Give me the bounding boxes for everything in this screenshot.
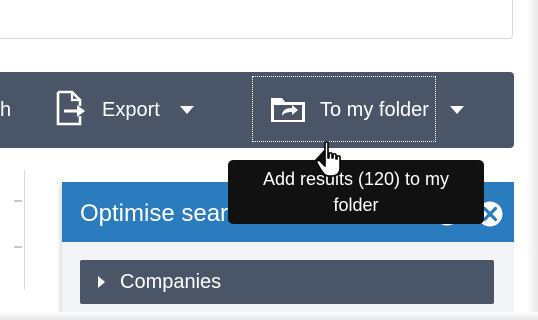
frame-shadow-right [526, 0, 538, 320]
left-panel-edge [0, 170, 25, 290]
export-button[interactable]: Export [102, 100, 160, 120]
folder-dropdown-caret-icon[interactable] [450, 106, 464, 114]
folder-share-icon [271, 98, 305, 122]
tooltip: Add results (120) to my folder [228, 160, 484, 224]
export-icon[interactable] [54, 90, 86, 126]
top-card [0, 0, 513, 39]
screenshot-frame: h Export To my folder Optimise search Co… [0, 0, 538, 320]
hand-pointer-icon [316, 141, 341, 177]
expand-arrow-icon [98, 276, 105, 288]
toolbar-partial-label[interactable]: h [0, 100, 11, 120]
scroll-mark [14, 200, 22, 202]
results-toolbar: h Export To my folder [0, 72, 514, 148]
filter-row-label: Companies [120, 271, 222, 293]
export-dropdown-caret-icon[interactable] [180, 106, 194, 114]
frame-shadow-bottom [0, 312, 538, 320]
filter-row-companies[interactable]: Companies [80, 260, 494, 304]
scroll-mark [14, 246, 22, 248]
to-my-folder-button[interactable]: To my folder [252, 76, 436, 142]
tooltip-line-2: folder [333, 195, 379, 215]
to-my-folder-label: To my folder [320, 99, 429, 121]
tooltip-line-1: Add results (120) to my [262, 169, 450, 189]
optimise-search-body: Companies [62, 242, 514, 320]
